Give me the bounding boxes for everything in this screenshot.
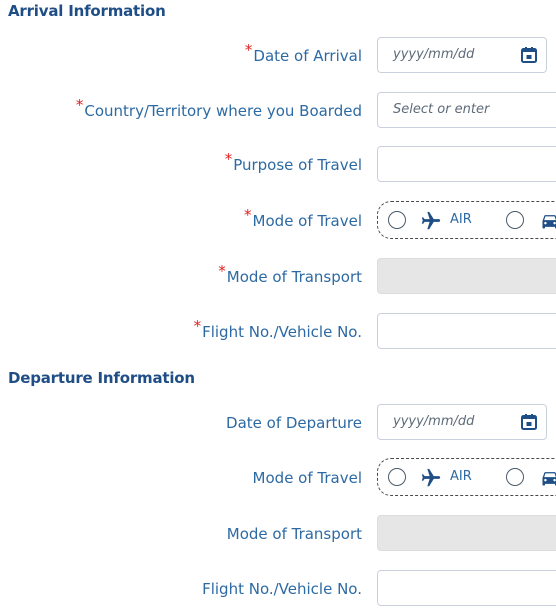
- arrival-purpose-select[interactable]: [377, 146, 556, 182]
- arrival-section-title: Arrival Information: [8, 2, 166, 20]
- departure-section-title: Departure Information: [8, 369, 195, 387]
- departure-mode-transport-select: [377, 515, 556, 551]
- car-icon: [542, 215, 556, 229]
- required-marker: *: [244, 41, 253, 59]
- arrival-country-row: *Country/Territory where you Boarded Sel…: [0, 92, 556, 130]
- departure-date-placeholder: yyyy/mm/dd: [393, 414, 475, 429]
- departure-flight-label: Flight No./Vehicle No.: [202, 580, 362, 598]
- arrival-air-label: AIR: [450, 212, 472, 227]
- departure-mode-transport-row: Mode of Transport: [0, 515, 556, 553]
- car-icon: [542, 472, 556, 486]
- calendar-icon[interactable]: [520, 46, 538, 64]
- arrival-air-radio[interactable]: [388, 211, 406, 229]
- required-marker: *: [218, 262, 226, 280]
- arrival-country-input[interactable]: Select or enter: [377, 92, 556, 128]
- arrival-land-radio[interactable]: [506, 211, 524, 229]
- departure-mode-travel-radio-group: AIR: [377, 458, 556, 496]
- arrival-mode-travel-row: *Mode of Travel AIR: [0, 201, 556, 240]
- arrival-mode-transport-label: *Mode of Transport: [218, 262, 362, 286]
- arrival-flight-row: *Flight No./Vehicle No.: [0, 313, 556, 351]
- airplane-icon: [421, 211, 441, 230]
- airplane-icon: [421, 468, 441, 487]
- arrival-mode-travel-radio-group: AIR: [377, 201, 556, 239]
- departure-air-radio[interactable]: [388, 468, 406, 486]
- arrival-date-input[interactable]: yyyy/mm/dd: [377, 37, 547, 73]
- departure-mode-transport-label: Mode of Transport: [226, 525, 362, 543]
- arrival-flight-label: *Flight No./Vehicle No.: [193, 317, 362, 341]
- departure-mode-travel-label: Mode of Travel: [252, 469, 362, 487]
- calendar-icon[interactable]: [520, 413, 538, 431]
- required-marker: *: [244, 206, 252, 224]
- departure-flight-input[interactable]: [377, 570, 556, 606]
- departure-air-label: AIR: [450, 469, 472, 484]
- arrival-date-placeholder: yyyy/mm/dd: [393, 47, 475, 62]
- required-marker: *: [224, 150, 233, 168]
- required-marker: *: [193, 317, 202, 335]
- departure-flight-row: Flight No./Vehicle No.: [0, 570, 556, 608]
- required-marker: *: [75, 96, 84, 114]
- arrival-country-label: *Country/Territory where you Boarded: [75, 96, 362, 120]
- arrival-date-label: *Date of Arrival: [244, 41, 362, 65]
- departure-date-label: Date of Departure: [226, 414, 362, 432]
- arrival-flight-input[interactable]: [377, 313, 556, 349]
- departure-date-row: Date of Departure yyyy/mm/dd: [0, 404, 556, 442]
- arrival-mode-travel-label: *Mode of Travel: [244, 206, 362, 230]
- arrival-country-placeholder: Select or enter: [393, 102, 490, 117]
- arrival-mode-transport-row: *Mode of Transport: [0, 258, 556, 296]
- departure-land-radio[interactable]: [506, 468, 524, 486]
- departure-mode-travel-row: Mode of Travel AIR: [0, 458, 556, 497]
- arrival-mode-transport-select: [377, 258, 556, 294]
- arrival-purpose-row: *Purpose of Travel: [0, 146, 556, 184]
- arrival-date-row: *Date of Arrival yyyy/mm/dd: [0, 37, 556, 75]
- departure-date-input[interactable]: yyyy/mm/dd: [377, 404, 547, 440]
- arrival-purpose-label: *Purpose of Travel: [224, 150, 362, 174]
